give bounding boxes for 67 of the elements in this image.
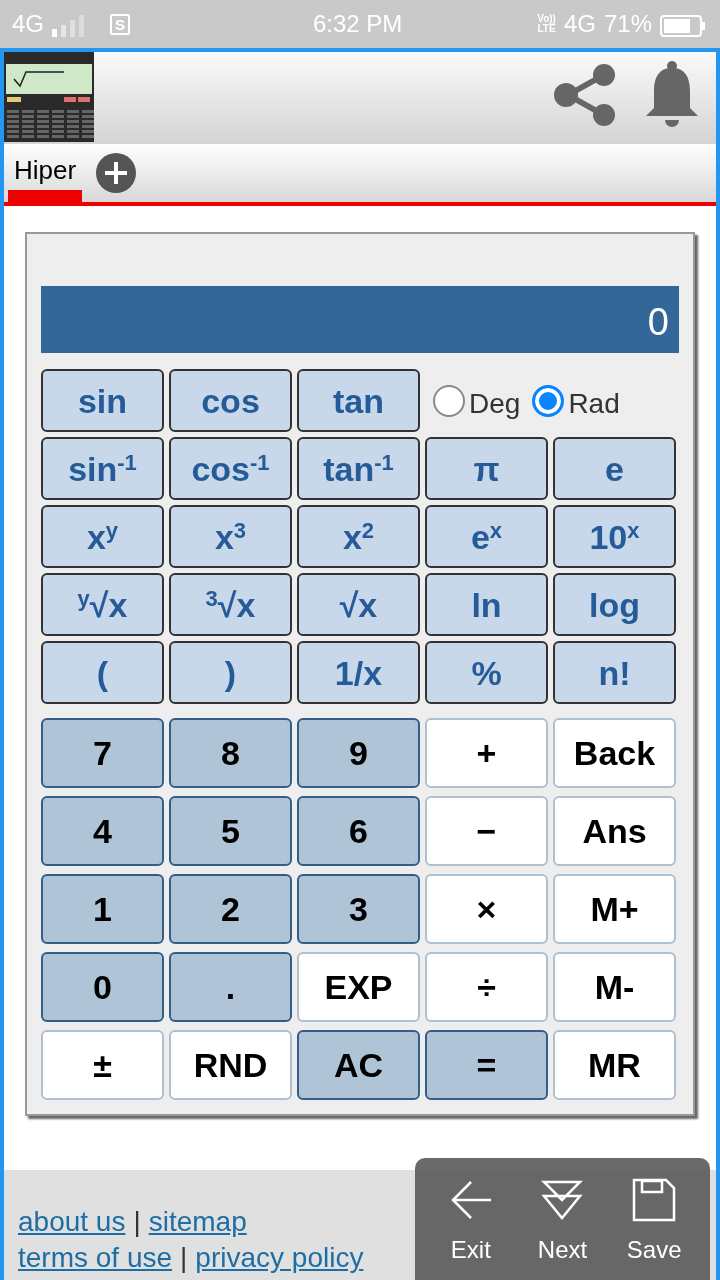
keypad-key[interactable]: 5 xyxy=(169,796,292,866)
keypad-key[interactable]: 1 xyxy=(41,874,164,944)
action-button[interactable]: Save xyxy=(609,1178,700,1280)
keypad-key[interactable]: + xyxy=(425,718,548,788)
keypad-key[interactable]: = xyxy=(425,1030,548,1100)
keypad-key[interactable]: 7 xyxy=(41,718,164,788)
add-tab-icon[interactable] xyxy=(95,152,138,194)
separator: | xyxy=(133,1206,141,1237)
keypad-key[interactable]: . xyxy=(169,952,292,1022)
keypad-key[interactable]: MR xyxy=(553,1030,676,1100)
function-key[interactable]: x$^{2}$ xyxy=(297,505,420,568)
keypad-key[interactable]: 2 xyxy=(169,874,292,944)
keypad-key[interactable]: ÷ xyxy=(425,952,548,1022)
function-key[interactable]: $^{3}$√x xyxy=(169,573,292,636)
function-key[interactable]: n! xyxy=(553,641,676,704)
double-chevron-icon xyxy=(540,1178,585,1222)
function-key[interactable]: x$^{y}$ xyxy=(41,505,164,568)
function-key[interactable]: x$^{3}$ xyxy=(169,505,292,568)
keypad-key[interactable]: 0 xyxy=(41,952,164,1022)
display-field: 0 xyxy=(41,286,679,353)
keypad-key[interactable]: − xyxy=(425,796,548,866)
keypad-key[interactable]: ± xyxy=(41,1030,164,1100)
footer-link[interactable]: about us xyxy=(18,1206,126,1237)
keypad-key[interactable]: M+ xyxy=(553,874,676,944)
function-key[interactable]: e xyxy=(553,437,676,500)
function-key[interactable]: π xyxy=(425,437,548,500)
tab[interactable]: Hiper xyxy=(8,142,83,202)
keypad-key[interactable]: × xyxy=(425,874,548,944)
action-button[interactable]: Next xyxy=(517,1178,608,1280)
function-key[interactable]: % xyxy=(425,641,548,704)
action-button[interactable]: Exit xyxy=(425,1178,516,1280)
radio-label: Rad xyxy=(568,386,620,421)
keypad-key[interactable]: 6 xyxy=(297,796,420,866)
footer-link[interactable]: privacy policy xyxy=(195,1242,364,1274)
function-key[interactable]: sin xyxy=(41,369,164,432)
radio-button[interactable] xyxy=(433,384,465,417)
keypad-key[interactable]: AC xyxy=(297,1030,420,1100)
app-logo-icon[interactable] xyxy=(4,52,94,142)
separator: | xyxy=(180,1242,188,1274)
function-key[interactable]: ( xyxy=(41,641,164,704)
footer-link[interactable]: sitemap xyxy=(148,1206,247,1237)
function-key[interactable]: tan$^{-1}$ xyxy=(297,437,420,500)
function-key[interactable]: $^{y}$√x xyxy=(41,573,164,636)
function-key[interactable]: ln xyxy=(425,573,548,636)
function-key[interactable]: ) xyxy=(169,641,292,704)
function-key[interactable]: log xyxy=(553,573,676,636)
keypad-key[interactable]: Back xyxy=(553,718,676,788)
keypad-key[interactable]: 9 xyxy=(297,718,420,788)
footer-link[interactable]: terms of use xyxy=(18,1242,173,1274)
function-key[interactable]: e$^{x}$ xyxy=(425,505,548,568)
function-key[interactable]: tan xyxy=(297,369,420,432)
keypad-key[interactable]: 3 xyxy=(297,874,420,944)
keypad-key[interactable]: EXP xyxy=(297,952,420,1022)
keypad-key[interactable]: 8 xyxy=(169,718,292,788)
function-key[interactable]: cos$^{-1}$ xyxy=(169,437,292,500)
radio-label: Deg xyxy=(469,386,521,421)
bell-icon[interactable] xyxy=(644,60,700,130)
function-key[interactable]: sin$^{-1}$ xyxy=(41,437,164,500)
function-key[interactable]: 1/x xyxy=(297,641,420,704)
radio-button[interactable] xyxy=(532,384,565,417)
keypad-key[interactable]: 4 xyxy=(41,796,164,866)
function-key[interactable]: cos xyxy=(169,369,292,432)
function-key[interactable]: √x xyxy=(297,573,420,636)
keypad-key[interactable]: Ans xyxy=(553,796,676,866)
keypad-key[interactable]: RND xyxy=(169,1030,292,1100)
keypad-key[interactable]: M- xyxy=(553,952,676,1022)
function-key[interactable]: 10$^{x}$ xyxy=(553,505,676,568)
